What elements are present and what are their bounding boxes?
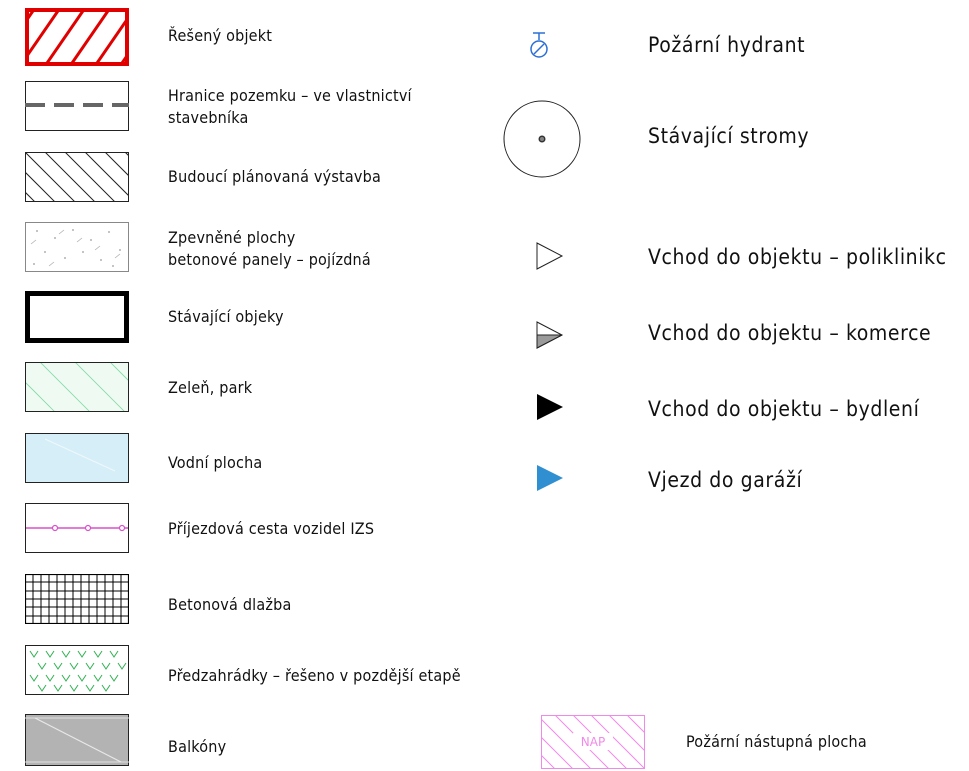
swatch-fire-access-area: NAP xyxy=(541,715,645,769)
entrance-residential-icon xyxy=(537,394,563,420)
label-fire-hydrant: Požární hydrant xyxy=(648,33,806,57)
swatch-balconies xyxy=(25,714,129,766)
entrance-commercial-icon xyxy=(536,321,564,349)
garage-entry-icon xyxy=(537,465,563,491)
fire-hydrant-icon xyxy=(530,32,548,58)
nap-swatch-text: NAP xyxy=(581,735,605,749)
label-entrance-residential: Vchod do objektu – bydlení xyxy=(648,397,920,421)
label-front-gardens: Předzahrádky – řešeno v pozdější etapě xyxy=(168,666,461,685)
swatch-paved-areas xyxy=(25,222,129,272)
swatch-front-gardens xyxy=(25,645,129,695)
label-future-construction: Budoucí plánovaná výstavba xyxy=(168,167,381,186)
label-concrete-paving: Betonová dlažba xyxy=(168,595,292,614)
label-paved-areas: Zpevněné plochy betonové panely – pojízd… xyxy=(168,228,371,269)
label-existing-trees: Stávající stromy xyxy=(648,124,810,148)
swatch-solved-object xyxy=(25,8,129,66)
label-greenery-park: Zeleň, park xyxy=(168,378,253,397)
entrance-polyclinic-icon xyxy=(536,242,564,270)
label-property-boundary: Hranice pozemku – ve vlastnictví stavebn… xyxy=(168,86,412,127)
label-balconies: Balkóny xyxy=(168,737,227,756)
label-existing-buildings: Stávající objeky xyxy=(168,307,284,326)
label-solved-object: Řešený objekt xyxy=(168,26,273,45)
label-water-area: Vodní plocha xyxy=(168,453,263,472)
swatch-future-construction xyxy=(25,152,129,202)
label-entrance-commercial: Vchod do objektu – komerce xyxy=(648,321,932,345)
swatch-greenery-park xyxy=(25,362,129,412)
label-emergency-access-road: Příjezdová cesta vozidel IZS xyxy=(168,519,375,538)
swatch-water-area xyxy=(25,433,129,483)
swatch-concrete-paving xyxy=(25,574,129,624)
label-entrance-polyclinic: Vchod do objektu – poliklinikc xyxy=(648,245,947,269)
swatch-existing-buildings xyxy=(25,291,129,343)
label-garage-entry: Vjezd do garáží xyxy=(648,468,803,492)
existing-tree-icon xyxy=(503,100,581,178)
swatch-property-boundary xyxy=(25,81,129,131)
label-fire-access-area: Požární nástupná plocha xyxy=(686,732,867,751)
swatch-emergency-access-road xyxy=(25,503,129,553)
